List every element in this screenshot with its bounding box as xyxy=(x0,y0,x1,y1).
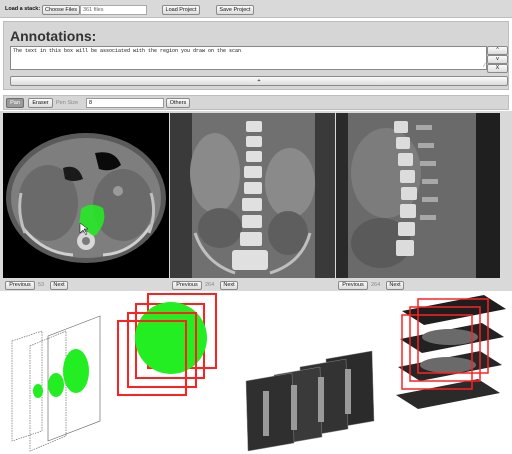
annotations-panel: Annotations: The text in this box will b… xyxy=(3,21,509,90)
tools-bar: Pan Eraser Pen Size 8 Others xyxy=(3,95,509,110)
others-button[interactable]: Others xyxy=(166,98,190,108)
file-count-field: 361 files xyxy=(80,5,147,15)
sagittal-nav: Previous 264 Next xyxy=(336,280,500,290)
axial-slice-number: 53 xyxy=(38,282,45,288)
coronal-scan-viewer[interactable] xyxy=(170,113,335,278)
pen-size-label: Pen Size xyxy=(56,100,79,106)
axial-ct-image xyxy=(6,133,166,263)
delete-annotation-button[interactable]: X xyxy=(487,64,508,73)
axial-previous-button[interactable]: Previous xyxy=(5,281,35,290)
annotation-textarea[interactable]: The text in this box will be associated … xyxy=(10,46,487,70)
coronal-slice-number: 264 xyxy=(205,282,215,288)
annotations-title: Annotations: xyxy=(10,28,97,44)
load-project-button[interactable]: Load Project xyxy=(162,5,200,15)
axial-nav: Previous 53 Next xyxy=(3,280,169,290)
illustration-strip xyxy=(0,291,512,454)
top-toolbar: Load a stack: Choose Files 361 files Loa… xyxy=(0,0,512,18)
coronal-next-button[interactable]: Next xyxy=(220,281,238,290)
file-count-text: 361 files xyxy=(83,7,104,13)
eraser-button[interactable]: Eraser xyxy=(28,98,53,108)
choose-files-button[interactable]: Choose Files xyxy=(42,5,80,15)
ct-slice-stack-diagram xyxy=(245,350,375,452)
axial-next-button[interactable]: Next xyxy=(50,281,68,290)
bounding-frames-diagram xyxy=(117,293,217,396)
sagittal-slice-number: 264 xyxy=(371,282,381,288)
move-up-button[interactable]: ^ xyxy=(487,46,508,55)
sagittal-ct-image xyxy=(336,113,500,278)
save-project-button[interactable]: Save Project xyxy=(216,5,254,15)
sagittal-previous-button[interactable]: Previous xyxy=(338,281,368,290)
annotation-text: The text in this box will be associated … xyxy=(13,48,242,54)
coronal-nav: Previous 264 Next xyxy=(170,280,335,290)
axial-slice-stack-diagram xyxy=(396,295,506,409)
pen-size-input[interactable]: 8 xyxy=(86,98,164,108)
slice-stack-diagram xyxy=(11,315,101,452)
pen-size-value: 8 xyxy=(89,100,93,106)
axial-scan-viewer[interactable] xyxy=(3,113,169,278)
pan-button[interactable]: Pan xyxy=(6,98,24,108)
coronal-previous-button[interactable]: Previous xyxy=(172,281,202,290)
add-annotation-button[interactable]: + xyxy=(10,76,508,86)
sagittal-scan-viewer[interactable] xyxy=(336,113,500,278)
load-stack-label: Load a stack: xyxy=(5,6,41,12)
sagittal-next-button[interactable]: Next xyxy=(386,281,404,290)
resize-handle-icon[interactable]: ∕ xyxy=(484,63,485,69)
move-down-button[interactable]: v xyxy=(487,55,508,64)
coronal-ct-image xyxy=(170,113,335,278)
